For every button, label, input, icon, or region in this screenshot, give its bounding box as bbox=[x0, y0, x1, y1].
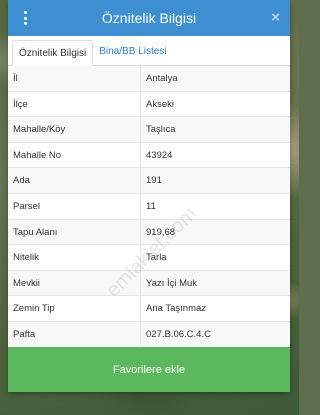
table-row: Zemin Tip Ana Taşınmaz bbox=[8, 296, 290, 322]
dialog-header: Öznitelik Bilgisi × bbox=[8, 0, 290, 36]
row-value: 027.B.06.C.4.C bbox=[146, 328, 211, 340]
table-row: Mahalle No 43924 bbox=[8, 142, 290, 169]
row-value: 43924 bbox=[146, 149, 173, 161]
table-row: Ada 191 bbox=[8, 168, 290, 194]
tab-bar: Öznitelik Bilgisi Bina/BB Listesi bbox=[8, 36, 290, 66]
row-value: Yazı İçi Muk bbox=[146, 277, 198, 289]
row-key: Ada bbox=[8, 168, 141, 193]
table-row: Pafta 027.B.06.C.4.C bbox=[8, 321, 290, 348]
more-options-icon[interactable] bbox=[18, 9, 32, 27]
row-value: 191 bbox=[146, 175, 162, 187]
row-key: Zemin Tip bbox=[8, 296, 141, 321]
row-key: Mahalle No bbox=[8, 142, 141, 168]
row-value: Tarla bbox=[146, 252, 167, 264]
attribute-table: İl Antalya İlçe Akseki Mahalle/Köy Taşlıca … bbox=[8, 66, 290, 348]
row-value: Akseki bbox=[146, 98, 174, 110]
row-value: 919,68 bbox=[146, 226, 176, 238]
dialog-title: Öznitelik Bilgisi bbox=[101, 10, 197, 26]
tab-attribute-info[interactable]: Öznitelik Bilgisi bbox=[12, 40, 94, 66]
tab-building-list[interactable]: Bina/BB Listesi bbox=[93, 39, 172, 65]
table-row: İlçe Akseki bbox=[8, 91, 290, 118]
row-value: Taşlıca bbox=[146, 124, 176, 136]
table-row: Parsel 11 bbox=[8, 193, 290, 220]
row-key: İlçe bbox=[8, 91, 141, 117]
table-row: Tapu Alanı 919,68 bbox=[8, 219, 290, 246]
table-row: Nitelik Tarla bbox=[8, 245, 290, 271]
close-icon[interactable]: × bbox=[271, 9, 280, 27]
add-to-favorites-button[interactable]: Favorilere ekle bbox=[8, 347, 290, 392]
table-row: Mahalle/Köy Taşlıca bbox=[8, 117, 290, 143]
row-value: Antalya bbox=[146, 73, 178, 84]
attribute-info-dialog: Öznitelik Bilgisi × Öznitelik Bilgisi Bi… bbox=[8, 0, 290, 392]
row-key: Nitelik bbox=[8, 245, 141, 270]
row-key: Tapu Alanı bbox=[8, 219, 141, 245]
row-key: Pafta bbox=[8, 321, 141, 347]
row-key: Parsel bbox=[8, 193, 141, 219]
row-value: Ana Taşınmaz bbox=[146, 303, 207, 315]
row-key: İl bbox=[8, 66, 141, 91]
table-row: Mevkii Yazı İçi Muk bbox=[8, 270, 290, 297]
row-value: 11 bbox=[146, 200, 156, 212]
table-row: İl Antalya bbox=[8, 66, 290, 92]
row-key: Mahalle/Köy bbox=[8, 117, 141, 142]
row-key: Mevkii bbox=[8, 270, 141, 296]
